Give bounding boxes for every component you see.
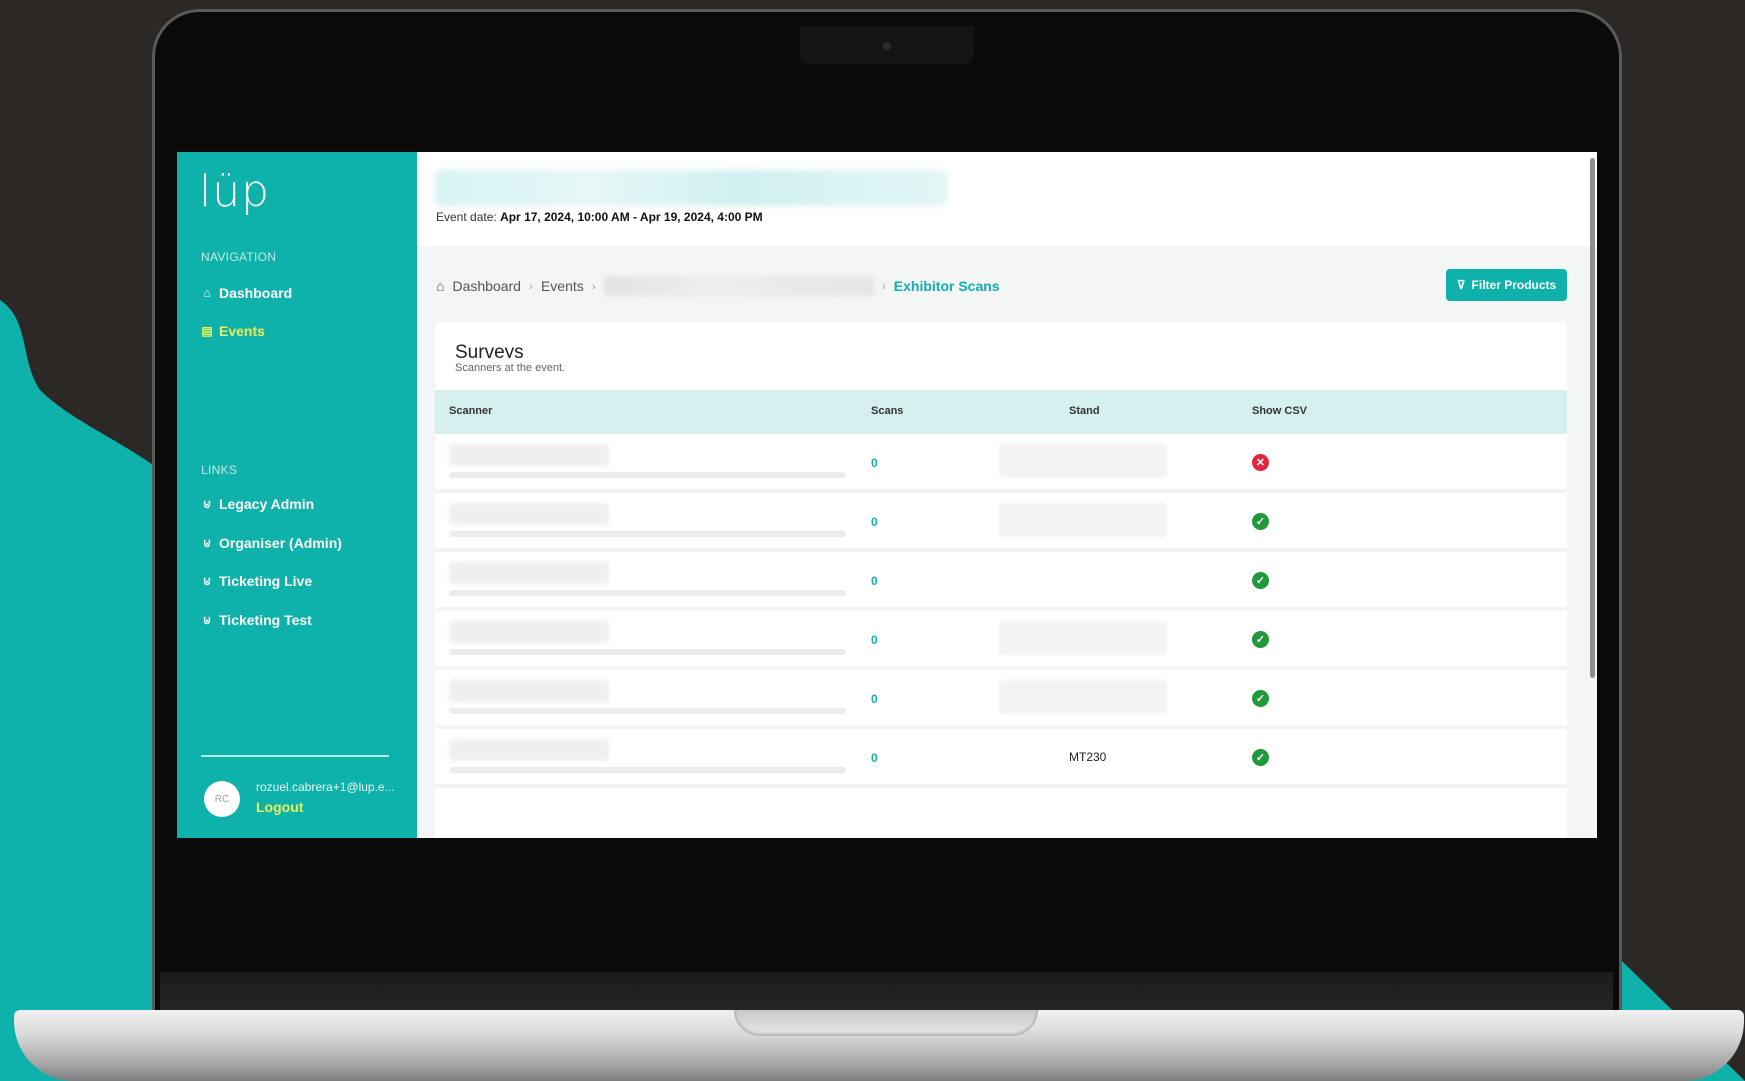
column-header-scans[interactable]: Scans: [871, 405, 903, 417]
breadcrumb-event-redacted[interactable]: [603, 276, 874, 296]
sidebar-item-ticketing-test[interactable]: ⊍ Ticketing Test: [201, 612, 312, 628]
logout-link[interactable]: Logout: [256, 799, 303, 815]
table-row[interactable]: 0 ✓: [435, 493, 1567, 552]
lup-logo: lüp: [199, 166, 271, 217]
scanner-progress-track: [449, 649, 846, 655]
scans-count[interactable]: 0: [871, 751, 878, 765]
stand-value-redacted: [999, 444, 1167, 478]
screen-bezel: [160, 972, 1613, 1012]
event-date: Event date: Apr 17, 2024, 10:00 AM - Apr…: [436, 210, 763, 224]
column-header-show-csv[interactable]: Show CSV: [1252, 405, 1307, 417]
home-icon: ⌂: [203, 286, 211, 300]
scans-count[interactable]: 0: [871, 574, 878, 588]
scans-count[interactable]: 0: [871, 456, 878, 470]
table-row[interactable]: 0 ✕: [435, 434, 1567, 493]
check-circle-icon[interactable]: ✓: [1252, 513, 1269, 530]
card-subtitle: Scanners at the event.: [455, 362, 566, 374]
main-content: Event date: Apr 17, 2024, 10:00 AM - Apr…: [417, 152, 1597, 838]
user-email: rozuel.cabrera+1@lup.e...: [256, 780, 395, 794]
table-header: Scanner Scans Stand Show CSV: [435, 390, 1567, 434]
link-icon: ⊍: [202, 497, 212, 511]
calendar-icon: ▤: [201, 324, 213, 338]
sidebar-item-label: Ticketing Test: [219, 612, 312, 628]
scanner-progress-track: [449, 531, 846, 537]
sidebar-divider: [201, 755, 389, 757]
filter-products-label: Filter Products: [1471, 278, 1557, 292]
column-header-scanner[interactable]: Scanner: [449, 405, 492, 417]
scanner-name-redacted: [449, 444, 609, 466]
event-title-redacted: [435, 170, 947, 206]
stand-value: MT230: [1069, 750, 1107, 764]
breadcrumb: ⌂ Dashboard › Events › › Exhibitor Scans: [436, 276, 1000, 296]
sidebar-item-legacy-admin[interactable]: ⊍ Legacy Admin: [201, 496, 315, 512]
table-row[interactable]: 0 ✓: [435, 670, 1567, 729]
column-header-stand[interactable]: Stand: [1069, 405, 1100, 417]
scanner-name-redacted: [449, 562, 609, 584]
sidebar-item-label: Events: [219, 323, 265, 339]
scanner-name-redacted: [449, 739, 609, 761]
camera-icon: [883, 42, 891, 50]
event-header: Event date: Apr 17, 2024, 10:00 AM - Apr…: [417, 152, 1597, 246]
link-icon: ⊍: [202, 574, 212, 588]
sidebar-item-label: Legacy Admin: [219, 496, 315, 512]
check-circle-icon[interactable]: ✓: [1252, 572, 1269, 589]
sidebar-item-label: Organiser (Admin): [219, 535, 342, 551]
navigation-heading: NAVIGATION: [201, 250, 277, 264]
card-title: Surveys: [455, 342, 524, 358]
x-circle-icon[interactable]: ✕: [1252, 454, 1269, 471]
table-row[interactable]: 0 MT230 ✓: [435, 729, 1567, 788]
breadcrumb-dashboard[interactable]: Dashboard: [452, 278, 521, 294]
chevron-right-icon: ›: [591, 279, 596, 293]
scanner-progress-track: [449, 767, 846, 773]
sidebar-item-label: Dashboard: [219, 285, 293, 301]
laptop-base-notch: [734, 1010, 1038, 1036]
event-date-value: Apr 17, 2024, 10:00 AM - Apr 19, 2024, 4…: [500, 210, 763, 224]
scrollbar[interactable]: [1590, 158, 1595, 678]
sidebar-item-events[interactable]: ▤ Events: [201, 323, 265, 339]
stand-value-redacted: [999, 621, 1167, 655]
scanner-progress-track: [449, 708, 846, 714]
links-heading: LINKS: [201, 463, 238, 477]
check-circle-icon[interactable]: ✓: [1252, 690, 1269, 707]
scanner-name-redacted: [449, 680, 609, 702]
breadcrumb-current: Exhibitor Scans: [893, 278, 1000, 294]
filter-icon: ⊽: [1456, 278, 1466, 292]
table-row[interactable]: 0 ✓: [435, 552, 1567, 611]
scanners-table-card: Surveys Scanners at the event. Scanner S…: [435, 322, 1567, 838]
scanner-name-redacted: [449, 621, 609, 643]
sidebar-item-organiser-admin[interactable]: ⊍ Organiser (Admin): [201, 535, 342, 551]
scanner-name-redacted: [449, 503, 609, 525]
stand-value-redacted: [999, 503, 1167, 537]
link-icon: ⊍: [202, 536, 212, 550]
sidebar: lüp NAVIGATION ⌂ Dashboard ▤ Events LINK…: [177, 152, 417, 838]
scans-count[interactable]: 0: [871, 633, 878, 647]
sidebar-item-ticketing-live[interactable]: ⊍ Ticketing Live: [201, 573, 313, 589]
sidebar-item-dashboard[interactable]: ⌂ Dashboard: [201, 285, 292, 301]
chevron-right-icon: ›: [881, 279, 886, 293]
scanner-progress-track: [449, 590, 846, 596]
breadcrumb-events[interactable]: Events: [541, 278, 584, 294]
table-row[interactable]: 0 ✓: [435, 611, 1567, 670]
filter-products-button[interactable]: ⊽ Filter Products: [1446, 269, 1567, 301]
scans-count[interactable]: 0: [871, 515, 878, 529]
event-date-label: Event date:: [436, 210, 497, 224]
app-screen: lüp NAVIGATION ⌂ Dashboard ▤ Events LINK…: [177, 152, 1597, 838]
check-circle-icon[interactable]: ✓: [1252, 749, 1269, 766]
stand-value-redacted: [999, 680, 1167, 714]
scanner-progress-track: [449, 472, 846, 478]
scans-count[interactable]: 0: [871, 692, 878, 706]
link-icon: ⊍: [202, 613, 212, 627]
chevron-right-icon: ›: [528, 279, 533, 293]
check-circle-icon[interactable]: ✓: [1252, 631, 1269, 648]
breadcrumb-home-icon: ⌂: [436, 278, 445, 294]
sidebar-item-label: Ticketing Live: [219, 573, 313, 589]
avatar[interactable]: RC: [204, 781, 240, 817]
